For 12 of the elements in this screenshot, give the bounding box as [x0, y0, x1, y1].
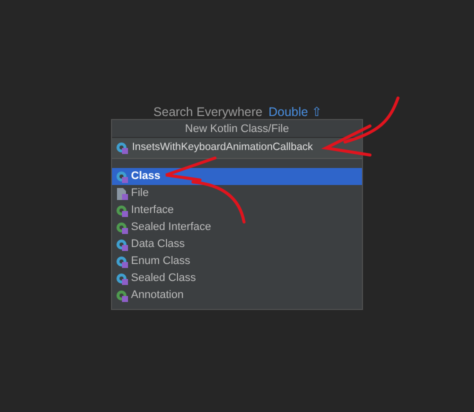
shortcut-text: Double ⇧: [268, 104, 323, 121]
list-item[interactable]: Sealed Interface: [112, 219, 362, 236]
name-input-field[interactable]: InsetsWithKeyboardAnimationCallback: [112, 138, 362, 159]
list-item[interactable]: Sealed Class: [112, 270, 362, 287]
list-item[interactable]: Enum Class: [112, 253, 362, 270]
list-item[interactable]: Data Class: [112, 236, 362, 253]
list-item[interactable]: Annotation: [112, 287, 362, 304]
list-item[interactable]: Class: [112, 168, 362, 185]
kotlin-class-icon: [116, 142, 128, 154]
list-item[interactable]: File: [112, 185, 362, 202]
hint-text: Search Everywhere: [153, 104, 262, 121]
list-item[interactable]: Interface: [112, 202, 362, 219]
